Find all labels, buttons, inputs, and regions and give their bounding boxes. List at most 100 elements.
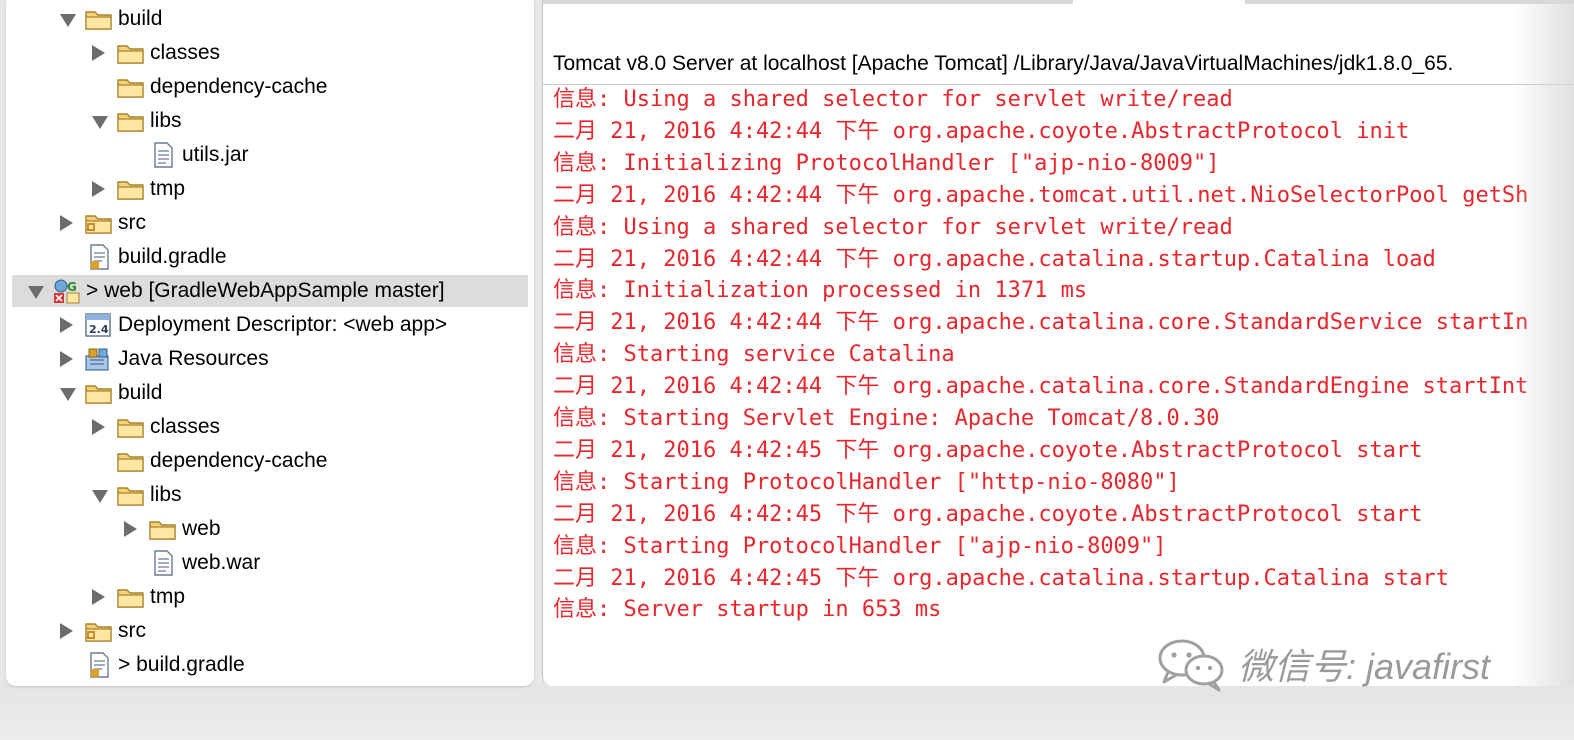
- console-line: 信息: Initializing ProtocolHandler ["ajp-n…: [553, 150, 1220, 176]
- folder-icon: [116, 584, 146, 610]
- tree-row-label: build: [118, 381, 163, 404]
- console-line: 信息: Starting ProtocolHandler ["http-nio-…: [553, 469, 1180, 495]
- folder-icon: [116, 176, 146, 202]
- deployment-descriptor-icon: 2.4: [84, 312, 114, 338]
- tree-row[interactable]: src: [6, 207, 534, 239]
- web-project-icon: G: [52, 278, 82, 304]
- console-line: 二月 21, 2016 4:42:44 下午 org.apache.catali…: [553, 374, 1529, 400]
- expand-down-arrow-icon[interactable]: [28, 286, 44, 299]
- folder-icon: [84, 380, 114, 406]
- tree-row[interactable]: libs: [6, 105, 534, 137]
- tree-row[interactable]: src: [6, 615, 534, 647]
- tree-row-label: utils.jar: [182, 143, 249, 166]
- console-line: 二月 21, 2016 4:42:44 下午 org.apache.catali…: [553, 246, 1436, 272]
- folder-icon: [116, 448, 146, 474]
- tree-row[interactable]: build: [6, 377, 534, 409]
- folder-icon: [116, 414, 146, 440]
- tree-row-label: classes: [150, 41, 221, 64]
- console-line: 二月 21, 2016 4:42:44 下午 org.apache.catali…: [553, 310, 1529, 336]
- console-line: 信息: Starting Servlet Engine: Apache Tomc…: [553, 406, 1220, 431]
- tree-row[interactable]: tmp: [6, 173, 534, 205]
- console-line: 信息: Server startup in 653 ms: [553, 597, 942, 623]
- tree-row[interactable]: G > web [GradleWebAppSample master]: [12, 275, 528, 307]
- console-line: 二月 21, 2016 4:42:44 下午 org.apache.tomcat…: [553, 182, 1529, 208]
- expand-right-arrow-icon[interactable]: [60, 215, 73, 231]
- tree-row[interactable]: tmp: [6, 581, 534, 613]
- tree-row[interactable]: web: [6, 513, 534, 545]
- console-tab-strip: [543, 0, 1574, 4]
- console-line: 信息: Initialization processed in 1371 ms: [553, 278, 1088, 304]
- project-explorer-tree[interactable]: build classes dependency-cache libs utils.ja…: [6, 0, 534, 686]
- folder-icon: [116, 482, 146, 508]
- expand-down-arrow-icon[interactable]: [60, 388, 76, 401]
- folder-icon: [116, 40, 146, 66]
- tree-row-label: classes: [150, 415, 221, 438]
- expand-down-arrow-icon[interactable]: [92, 490, 108, 503]
- tree-row[interactable]: libs: [6, 479, 534, 511]
- folder-icon: [148, 516, 178, 542]
- folder-icon: [116, 108, 146, 134]
- tree-row-label: libs: [150, 483, 182, 506]
- watermark-text: 微信号: javafirst: [1238, 646, 1491, 687]
- tree-row-label: src: [118, 211, 146, 234]
- tree-row[interactable]: 2.4 Deployment Descriptor: <web app>: [6, 309, 534, 341]
- console-line: 信息: Starting service Catalina: [553, 342, 955, 368]
- file-icon: [148, 142, 178, 168]
- expand-right-arrow-icon[interactable]: [92, 45, 105, 61]
- tree-row[interactable]: dependency-cache: [6, 71, 534, 103]
- tree-row[interactable]: build: [6, 3, 534, 35]
- tree-row-label: libs: [150, 109, 182, 132]
- console-process-header: Tomcat v8.0 Server at localhost [Apache …: [553, 52, 1454, 75]
- tree-row-label: > web [GradleWebAppSample master]: [86, 279, 445, 302]
- tree-row[interactable]: build.gradle: [6, 241, 534, 273]
- expand-right-arrow-icon[interactable]: [92, 419, 105, 435]
- tree-row-label: tmp: [150, 177, 186, 200]
- expand-down-arrow-icon[interactable]: [92, 116, 108, 129]
- console-tab[interactable]: [1073, 0, 1245, 4]
- console-line: 二月 21, 2016 4:42:44 下午 org.apache.coyote…: [553, 118, 1410, 144]
- tree-row[interactable]: dependency-cache: [6, 445, 534, 477]
- svg-text:2.4: 2.4: [89, 323, 109, 336]
- console-line: 信息: Using a shared selector for servlet …: [553, 214, 1233, 240]
- tree-row-label: Deployment Descriptor: <web app>: [118, 313, 448, 336]
- source-folder-icon: [84, 210, 114, 236]
- file-icon: [148, 550, 178, 576]
- tree-row[interactable]: > build.gradle: [6, 649, 534, 681]
- wechat-watermark: 微信号: javafirst: [1156, 636, 1490, 692]
- tree-row-label: web.war: [182, 551, 261, 574]
- console-line: 二月 21, 2016 4:42:45 下午 org.apache.coyote…: [553, 501, 1423, 527]
- java-resources-icon: [84, 346, 114, 372]
- expand-right-arrow-icon[interactable]: [60, 623, 73, 639]
- console-view[interactable]: Tomcat v8.0 Server at localhost [Apache …: [542, 0, 1574, 686]
- svg-text:G: G: [67, 280, 77, 294]
- folder-icon: [116, 74, 146, 100]
- expand-down-arrow-icon[interactable]: [60, 14, 76, 27]
- tree-row[interactable]: classes: [6, 411, 534, 443]
- tree-row-label: dependency-cache: [150, 75, 328, 98]
- window-bottom-band: [0, 684, 1574, 740]
- tree-row[interactable]: classes: [6, 37, 534, 69]
- gradle-file-icon: [84, 652, 114, 678]
- tree-row-label: build: [118, 7, 163, 30]
- folder-icon: [84, 6, 114, 32]
- tree-row[interactable]: web.war: [6, 547, 534, 579]
- tree-row-label: dependency-cache: [150, 449, 328, 472]
- wechat-logo-icon: [1158, 639, 1224, 692]
- tree-row-label: Java Resources: [118, 347, 269, 370]
- tree-row-label: src: [118, 619, 146, 642]
- gradle-file-icon: [84, 244, 114, 270]
- expand-right-arrow-icon[interactable]: [92, 181, 105, 197]
- tree-row[interactable]: utils.jar: [6, 139, 534, 171]
- tree-row-label: > build.gradle: [118, 653, 245, 676]
- expand-right-arrow-icon[interactable]: [60, 317, 73, 333]
- expand-right-arrow-icon[interactable]: [124, 521, 137, 537]
- tree-row-label: web: [182, 517, 221, 540]
- expand-right-arrow-icon[interactable]: [92, 589, 105, 605]
- right-edge-fade: [1513, 0, 1574, 686]
- tree-row[interactable]: Java Resources: [6, 343, 534, 375]
- expand-right-arrow-icon[interactable]: [60, 351, 73, 367]
- console-line: 二月 21, 2016 4:42:45 下午 org.apache.coyote…: [553, 437, 1423, 463]
- console-line: 信息: Starting ProtocolHandler ["ajp-nio-8…: [553, 533, 1167, 559]
- console-line: 信息: Using a shared selector for servlet …: [553, 87, 1233, 112]
- source-folder-icon: [84, 618, 114, 644]
